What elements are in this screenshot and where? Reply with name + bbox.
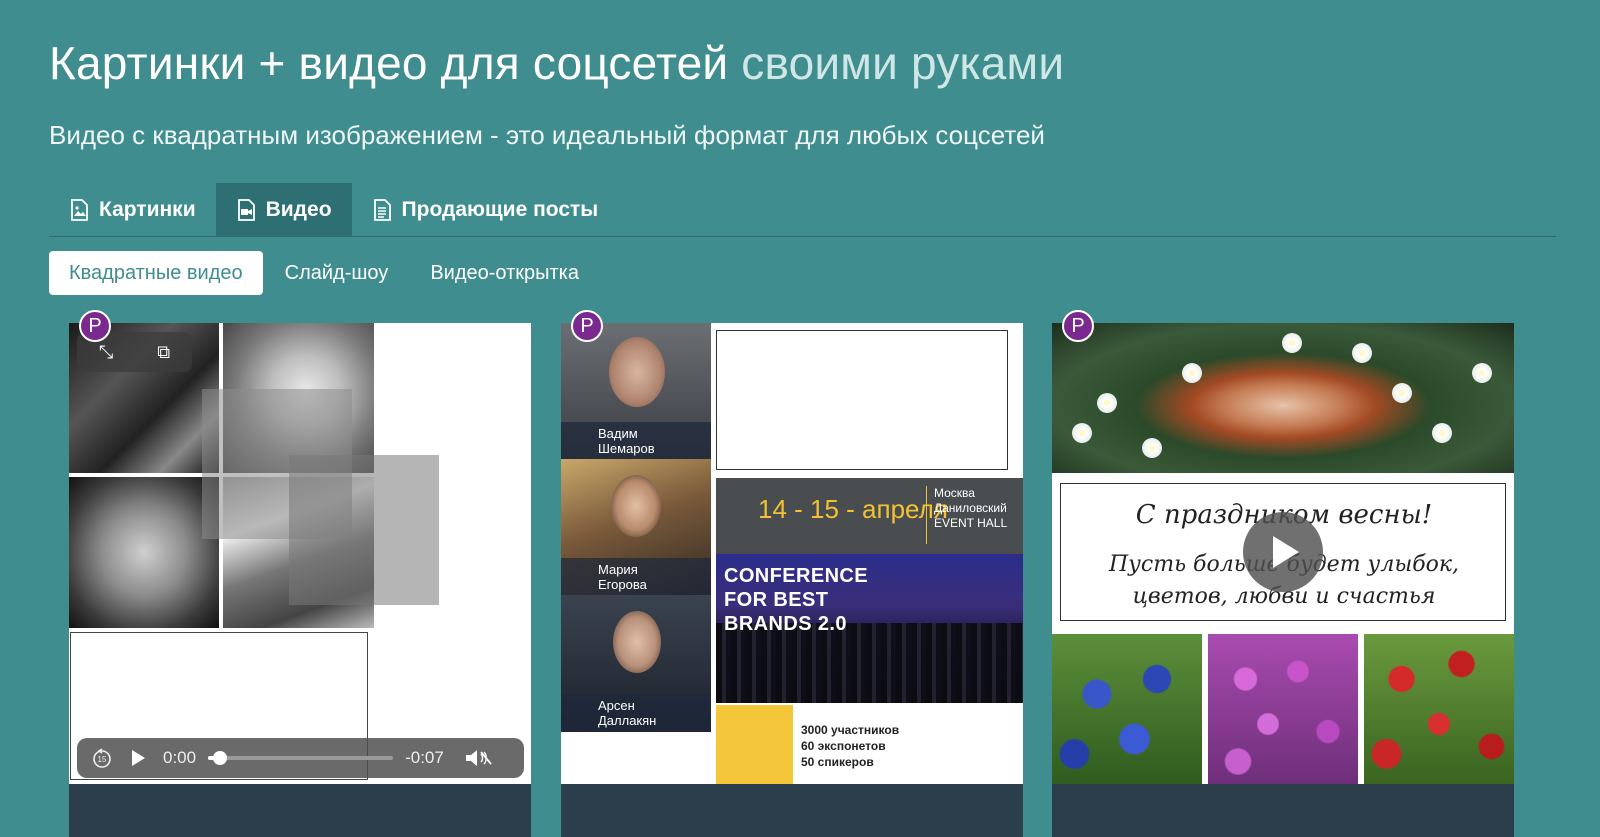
card-footer [69,784,531,837]
flower-photo [1208,634,1358,784]
blossom [1097,393,1117,413]
current-time: 0:00 [163,748,197,767]
tab-video-label: Видео [265,198,332,221]
skip-back-seconds: 15 [98,755,107,764]
speaker-card: Вадим Шемаров [561,323,711,460]
flower-photo [1052,634,1202,784]
tab-images-label: Картинки [99,198,196,221]
premium-badge: P [1062,310,1094,342]
blossom [1142,438,1162,458]
skip-back-icon[interactable]: 15 [91,747,113,769]
remaining-time: -0:07 [405,748,444,767]
portrait-photo [1052,323,1514,473]
subtab-slideshow[interactable]: Слайд-шоу [265,251,409,295]
event-stats: 3000 участников 60 экспонетов 50 спикеро… [801,723,900,769]
blossom [1392,383,1412,403]
progress-slider[interactable] [208,751,394,765]
empty-frame [716,330,1008,470]
tab-selling-posts-label: Продающие посты [401,198,599,221]
video-file-icon [237,199,255,221]
page-title-accent: своими руками [741,37,1065,89]
card-footer [561,784,1023,837]
blossom [1432,423,1452,443]
page-title-main: Картинки + видео для соцсетей [49,37,729,89]
blossom [1472,363,1492,383]
flower-photo [1364,634,1514,784]
fullscreen-icon[interactable]: ⤡ [99,342,113,363]
event-location: Москва Даниловский EVENT HALL [934,486,1008,530]
blossom [1352,343,1372,363]
template-card-conference[interactable]: Вадим Шемаров Мария Егорова Арсен Даллакян … [561,323,1023,837]
sub-tabs: Квадратные видео Слайд-шоу Видео-открытк… [49,251,601,295]
tab-images[interactable]: Картинки [49,183,216,237]
speaker-photo [613,611,661,673]
template-card-spring[interactable]: С праздником весны! Пусть больше будет у… [1052,323,1514,837]
face-tile [289,455,439,605]
play-icon[interactable] [127,748,149,768]
subtab-video-postcard[interactable]: Видео-открытка [410,251,599,295]
event-date-block: 14 - 15 - апреля Москва Даниловский EVEN… [716,478,1023,554]
accent-block [716,705,793,784]
face-photo [69,477,219,628]
date-divider [926,486,927,544]
event-date: 14 - 15 - апреля [758,494,948,524]
mute-icon[interactable] [464,747,494,769]
tab-video[interactable]: Видео [215,183,352,237]
blossom [1182,363,1202,383]
tab-selling-posts[interactable]: Продающие посты [352,183,619,237]
template-card-faces[interactable]: ⤡ ⧉ 15 0:00 -0:07 [69,323,531,837]
play-button[interactable] [1243,512,1323,592]
speaker-name: Вадим Шемаров [561,422,711,460]
speaker-name: Мария Егорова [561,558,711,596]
page-subtitle: Видео с квадратным изображением - это ид… [49,120,1045,150]
subtab-square-video[interactable]: Квадратные видео [49,251,263,295]
premium-badge: P [571,310,603,342]
speaker-card: Арсен Даллакян [561,595,711,732]
speaker-card: Мария Егорова [561,459,711,596]
main-tabs: Картинки Видео Продающие посты [49,183,1556,237]
blossom [1072,423,1092,443]
progress-knob[interactable] [213,751,228,765]
conference-title: CONFERENCE FOR BEST BRANDS 2.0 [724,565,869,635]
conference-banner: CONFERENCE FOR BEST BRANDS 2.0 [716,554,1023,703]
document-icon [373,199,391,221]
premium-badge: P [79,310,111,342]
blossom [1282,333,1302,353]
speaker-name: Арсен Даллакян [561,694,711,732]
speaker-photo [609,337,665,407]
video-player-controls: 15 0:00 -0:07 [77,738,524,778]
play-icon [1273,536,1299,568]
page-title: Картинки + видео для соцсетей своими рук… [49,36,1064,90]
image-file-icon [71,199,88,221]
speaker-photo [611,475,661,537]
card-footer [1052,784,1514,837]
picture-in-picture-icon[interactable]: ⧉ [157,342,170,363]
